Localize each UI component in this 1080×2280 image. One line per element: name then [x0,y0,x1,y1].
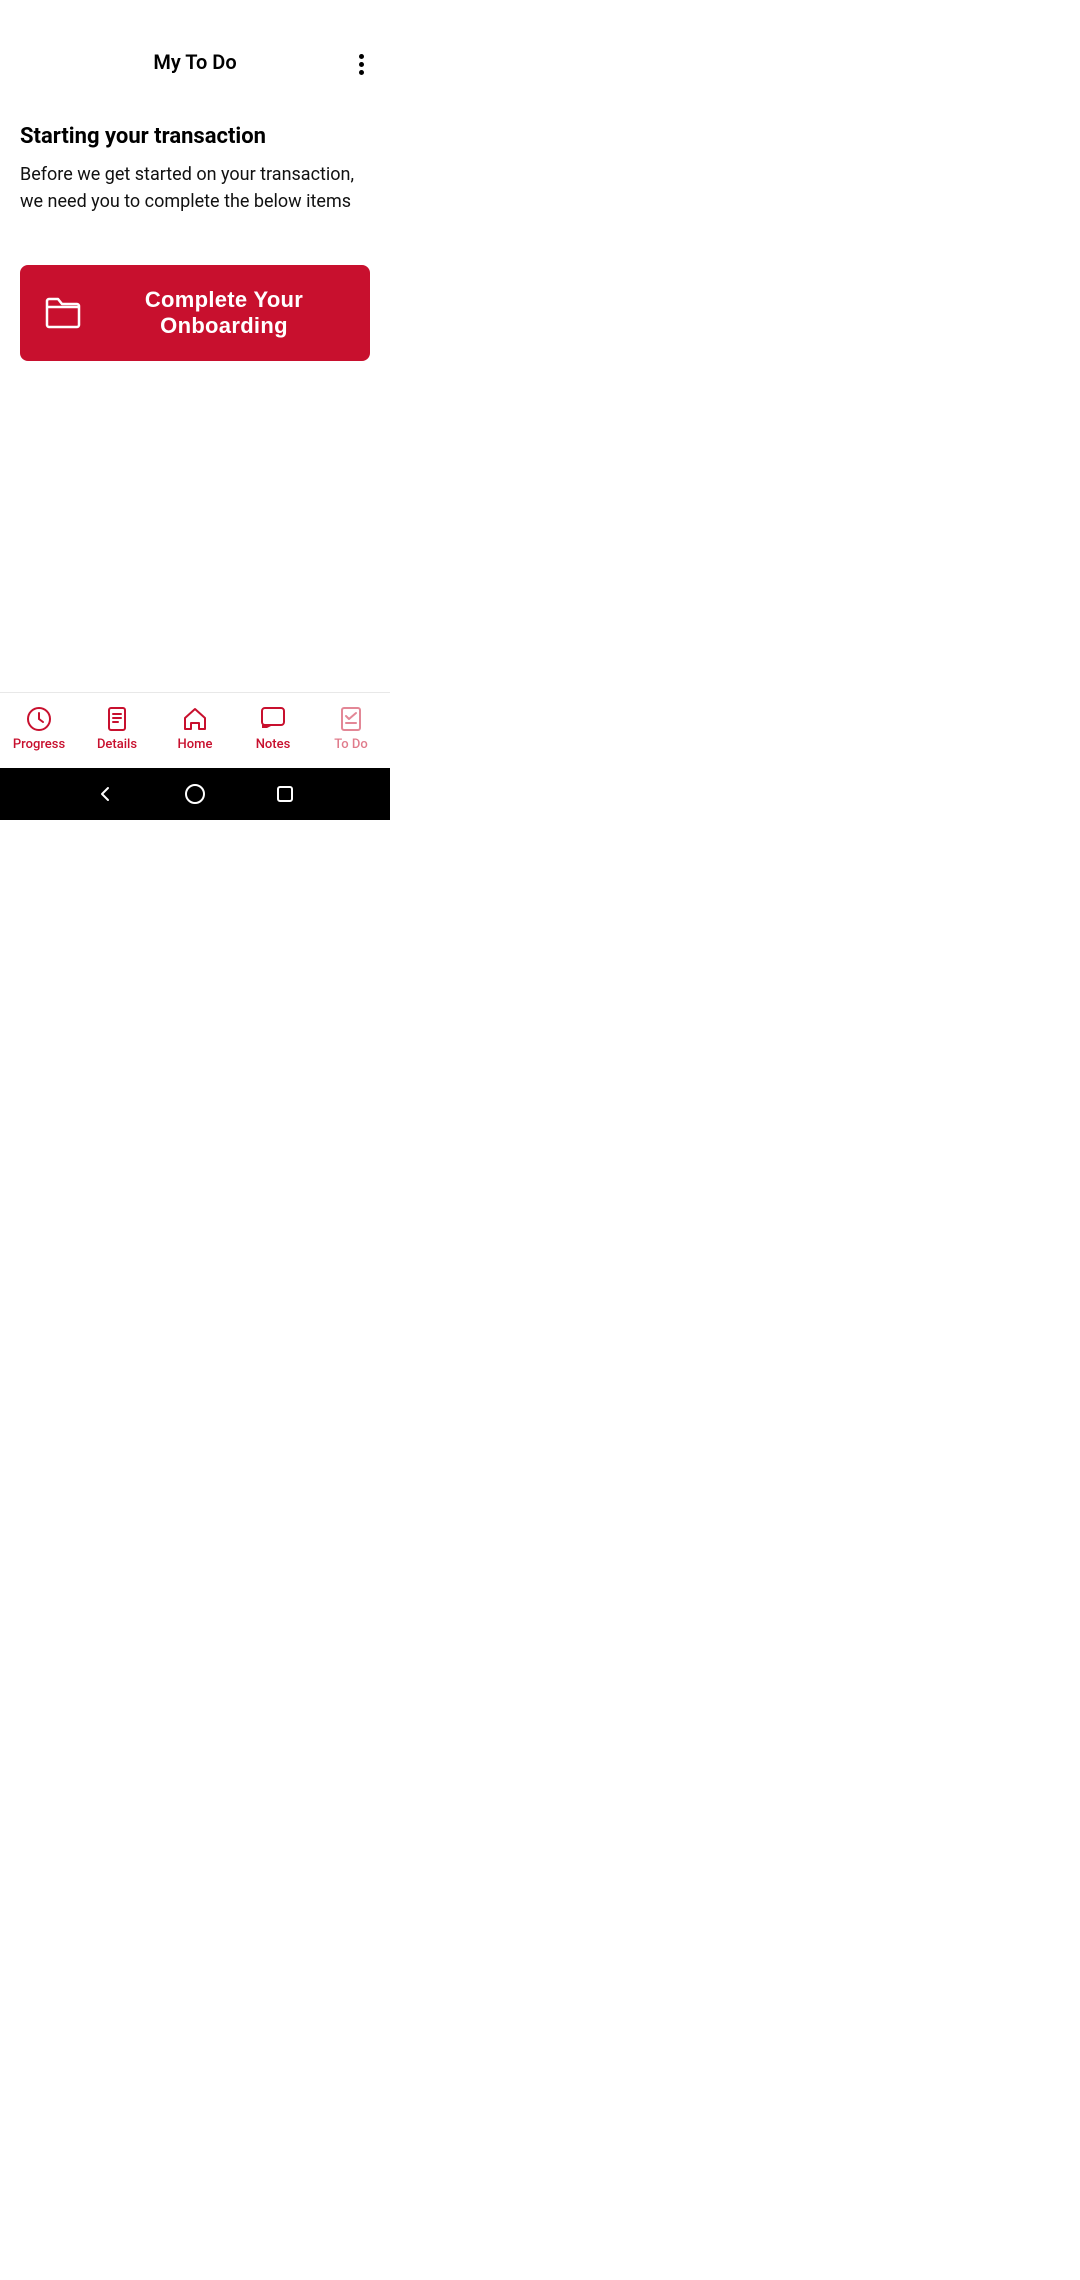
home-icon [181,705,209,733]
nav-item-details[interactable]: Details [78,705,156,752]
recents-button[interactable] [274,783,296,805]
more-menu-button[interactable] [355,50,368,79]
page-title: My To Do [153,50,236,74]
nav-label-details: Details [97,737,137,752]
nav-item-progress[interactable]: Progress [0,705,78,752]
bottom-navigation: Progress Details Home Notes [0,692,390,768]
more-dot [359,62,364,67]
back-button[interactable] [94,783,116,805]
more-dot [359,54,364,59]
nav-label-progress: Progress [13,737,65,752]
nav-item-todo[interactable]: To Do [312,705,390,752]
nav-item-home[interactable]: Home [156,705,234,752]
onboarding-button-label: Complete Your Onboarding [102,287,346,339]
header: My To Do [0,0,390,94]
section-description: Before we get started on your transactio… [20,161,370,215]
document-icon [103,705,131,733]
complete-onboarding-button[interactable]: Complete Your Onboarding [20,265,370,361]
folder-icon [44,297,82,329]
todo-icon [337,705,365,733]
nav-item-notes[interactable]: Notes [234,705,312,752]
section-title: Starting your transaction [20,124,370,149]
nav-label-todo: To Do [334,737,368,752]
nav-label-home: Home [178,737,213,752]
clock-icon [25,705,53,733]
android-navigation-bar [0,768,390,820]
home-button[interactable] [184,783,206,805]
more-dot [359,70,364,75]
nav-label-notes: Notes [256,737,291,752]
main-content: Starting your transaction Before we get … [0,94,390,692]
chat-icon [259,705,287,733]
